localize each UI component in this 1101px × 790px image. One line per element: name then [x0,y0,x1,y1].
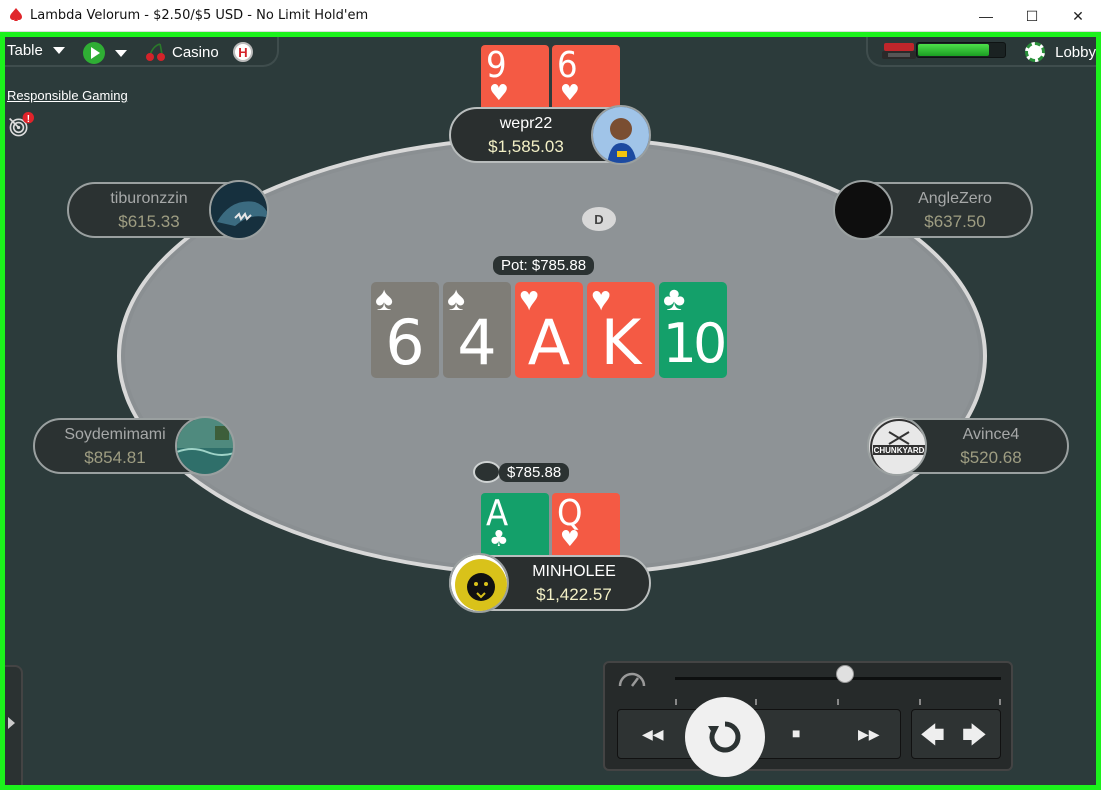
slider-tick [837,699,839,705]
board-card-2: ♠ 4 [443,280,511,379]
minimize-button[interactable]: — [963,0,1009,32]
player-name: AngleZero [918,190,992,207]
card-rank: K [600,306,642,379]
heart-suit-icon: ♥ [560,81,580,106]
next-action-button[interactable]: 🡆 [962,718,987,759]
board-card-3: ♥ A [515,280,583,379]
speed-gauge-icon [618,672,646,687]
replay-icon [708,721,741,753]
pot-label: Pot: $785.88 [493,256,595,275]
seat-top[interactable]: wepr22 $1,585.03 [449,105,651,165]
maximize-icon: ☐ [1025,7,1039,24]
player-name: Soydemimami [64,426,166,443]
slider-handle[interactable] [836,665,854,683]
alert-badge-text: ! [27,114,30,125]
heart-suit-icon: ♥ [489,81,509,106]
minimize-icon: — [979,8,993,24]
card-rank: 6 [385,306,425,379]
board-card-1: ♠ 6 [371,280,439,379]
step-controls: 🡄 🡆 [911,709,1001,759]
board-card-5: ♣ 10 [659,280,728,378]
player-name: wepr22 [499,115,553,132]
card-rank: 10 [662,312,728,375]
slider-tick [675,699,677,705]
target-alert-icon[interactable]: ! [8,112,34,138]
window-title: Lambda Velorum - $2.50/$5 USD - No Limit… [30,8,369,23]
lobby-button[interactable]: Lobby [1025,42,1096,62]
rewind-button[interactable]: ◀◀ [642,726,664,743]
player-stack: $1,422.57 [536,585,612,604]
player-stack: $637.50 [924,212,986,231]
table-menu-button[interactable]: Table [7,42,65,59]
player-avatar [209,180,269,240]
chevron-down-icon [52,47,65,54]
cash-stack-icon [882,43,916,59]
table-toolbar: Table Casino H [5,37,279,67]
player-stack: $854.81 [84,448,146,467]
player-avatar: CHUNKYARD [867,416,927,476]
card-rank: A [527,306,571,379]
responsible-gaming-link[interactable]: Responsible Gaming [7,88,128,103]
lobby-chip-icon [1025,42,1046,62]
previous-action-button[interactable]: 🡄 [920,718,945,759]
player-name: Avince4 [962,426,1020,443]
fast-forward-button[interactable]: ▶▶ [858,726,880,743]
player-name: tiburonzzin [110,190,188,207]
bet-amount: $785.88 [499,463,570,482]
bet-chip-icon [473,461,501,483]
close-button[interactable]: ✕ [1055,0,1101,32]
time-bank-fill [918,44,989,56]
quick-seat-button[interactable] [83,42,127,64]
board-card-4: ♥ K [587,280,655,379]
seat-lower-right[interactable]: Avince4 $520.68 CHUNKYARD [867,416,1069,476]
side-panel-toggle[interactable] [5,665,23,785]
slider-tick [755,699,757,705]
card-rank: 6 [557,45,578,86]
seat-hero[interactable]: MINHOLEE $1,422.57 [449,553,651,613]
hand-history-icon: H [233,42,253,62]
casino-button[interactable]: Casino [145,42,219,62]
chevron-right-icon [8,717,15,729]
casino-label: Casino [172,43,219,61]
card-rank: 9 [486,45,507,86]
hand-replayer: ◀◀ ■ ▶▶ 🡄 🡆 [603,661,1013,777]
seat-upper-left[interactable]: tiburonzzin $615.33 [67,180,269,240]
close-icon: ✕ [1072,7,1084,24]
slider-tick [919,699,921,705]
poker-window: Lambda Velorum - $2.50/$5 USD - No Limit… [0,0,1101,790]
lobby-toolbar: Lobby [866,37,1096,67]
dealer-button: D [582,207,616,231]
app-logo-icon [10,8,22,21]
chunkyard-avatar-text: CHUNKYARD [874,446,925,455]
player-avatar [449,553,509,613]
maximize-button[interactable]: ☐ [1009,0,1055,32]
cherries-icon [146,43,165,61]
table-menu-label: Table [7,42,43,59]
title-bar: Lambda Velorum - $2.50/$5 USD - No Limit… [0,0,1101,32]
table-frame: Table Casino H Lobby Responsible Gaming … [0,32,1101,790]
seat-lower-left[interactable]: Soydemimami $854.81 [33,416,235,476]
player-avatar [833,180,893,240]
card-rank: 4 [457,306,497,379]
seat-upper-right[interactable]: AngleZero $637.50 [833,180,1033,240]
player-stack: $1,585.03 [488,137,564,156]
time-bank-meter [916,42,1006,58]
player-name: MINHOLEE [532,563,616,580]
replay-button[interactable] [685,697,765,777]
hand-history-button[interactable]: H [233,42,253,62]
heart-suit-icon: ♥ [560,527,580,552]
player-stack: $615.33 [118,212,180,231]
lobby-label: Lobby [1055,43,1096,61]
play-icon [83,42,105,64]
player-avatar [175,416,235,476]
club-suit-icon: ♣ [489,527,509,552]
chevron-down-icon [115,49,127,57]
slider-tick [999,699,1001,705]
stop-button[interactable]: ■ [792,725,800,741]
player-avatar [591,105,651,165]
player-stack: $520.68 [960,448,1022,467]
